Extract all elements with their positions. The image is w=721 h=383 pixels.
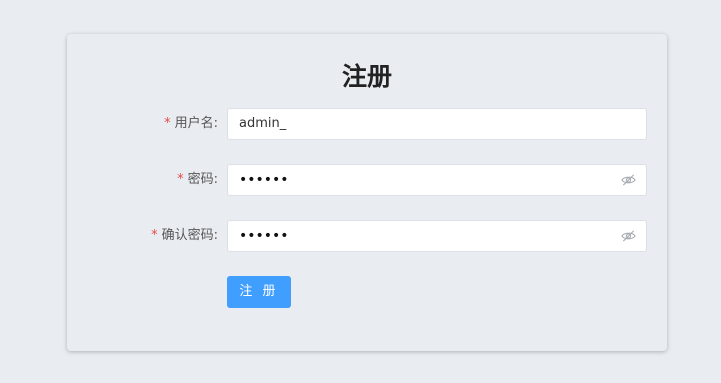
password-row: * 密码: •••••• <box>67 164 667 196</box>
username-row: * 用户名: admin_ <box>67 108 667 140</box>
required-mark: * <box>177 172 184 187</box>
register-card: 注册 * 用户名: admin_ * 密码: •••••• * 确认密码: •••••… <box>67 34 667 351</box>
username-label: * 用户名: <box>164 108 218 140</box>
confirm-password-label: * 确认密码: <box>151 220 218 252</box>
confirm-password-label-text: 确认密码: <box>161 228 218 243</box>
password-input[interactable]: •••••• <box>227 164 647 196</box>
password-value: •••••• <box>239 172 289 188</box>
register-button[interactable]: 注 册 <box>227 276 291 308</box>
required-mark: * <box>151 228 158 243</box>
page-title: 注册 <box>341 62 392 91</box>
confirm-password-row: * 确认密码: •••••• <box>67 220 667 252</box>
username-label-text: 用户名: <box>174 116 218 131</box>
required-mark: * <box>164 116 171 131</box>
confirm-password-value: •••••• <box>239 228 289 244</box>
eye-off-icon[interactable] <box>621 229 636 243</box>
password-label-text: 密码: <box>187 172 218 187</box>
username-value: admin_ <box>239 116 287 131</box>
confirm-password-input[interactable]: •••••• <box>227 220 647 252</box>
username-input[interactable]: admin_ <box>227 108 647 140</box>
eye-off-icon[interactable] <box>621 173 636 187</box>
password-label: * 密码: <box>177 164 218 196</box>
